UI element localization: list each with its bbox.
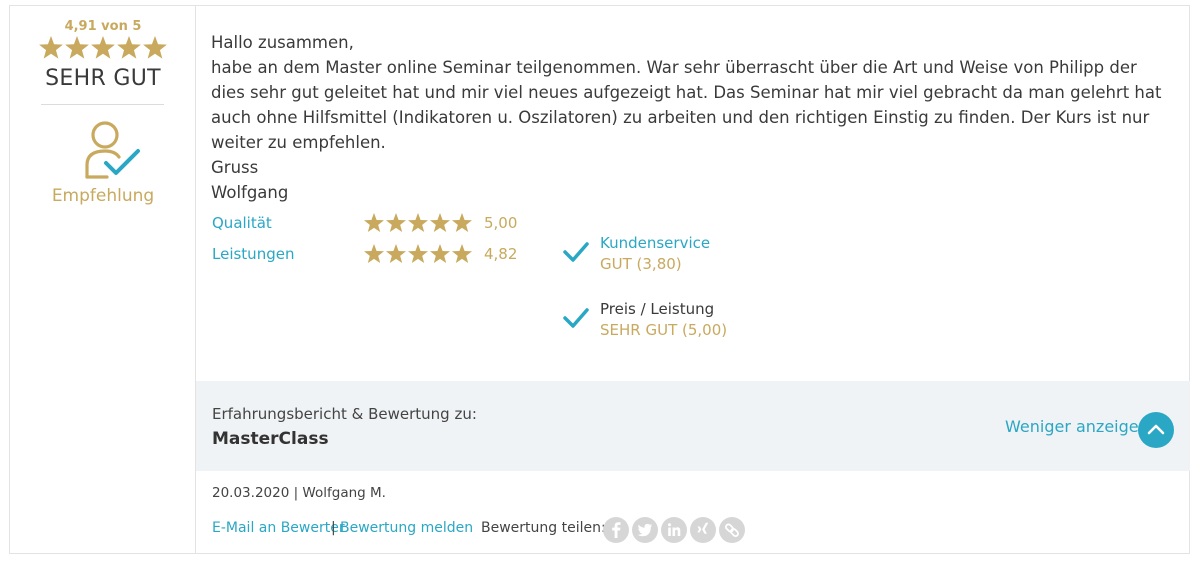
review-line: Gruss bbox=[211, 158, 259, 177]
show-less-link[interactable]: Weniger anzeigen bbox=[1005, 417, 1149, 436]
chevron-up-icon bbox=[1147, 424, 1165, 435]
check-title-customer-service: Kundenservice bbox=[600, 234, 711, 252]
review-meta: 20.03.2020 | Wolfgang M. bbox=[212, 485, 386, 501]
star-icon bbox=[91, 36, 115, 59]
star-icon bbox=[430, 213, 450, 232]
review-card: 4,91 von 5 SEHR GUT Empfehlung Hallo zus… bbox=[9, 5, 1190, 554]
check-value-customer-service: GUT (3,80) bbox=[600, 255, 682, 273]
link-icon bbox=[725, 523, 739, 537]
recommendation-person-check-icon bbox=[85, 121, 140, 179]
share-linkedin-button[interactable] bbox=[661, 517, 687, 543]
star-icon bbox=[452, 213, 472, 232]
linkedin-icon bbox=[668, 523, 681, 536]
xing-icon bbox=[697, 522, 709, 534]
star-icon bbox=[452, 244, 472, 263]
criterion-stars-services bbox=[364, 244, 472, 263]
star-icon bbox=[117, 36, 141, 59]
criterion-value-quality: 5,00 bbox=[484, 214, 518, 232]
share-twitter-button[interactable] bbox=[632, 517, 658, 543]
overall-score: 4,91 von 5 bbox=[64, 19, 142, 34]
criterion-label-quality: Qualität bbox=[212, 214, 272, 232]
collapse-button[interactable] bbox=[1138, 412, 1174, 448]
overall-rating-label: SEHR GUT bbox=[45, 66, 161, 91]
review-line: Wolfgang bbox=[211, 183, 289, 202]
overall-stars bbox=[39, 36, 167, 59]
recommendation-label: Empfehlung bbox=[51, 186, 155, 206]
report-review-link[interactable]: Bewertung melden bbox=[340, 520, 473, 536]
rating-summary: 4,91 von 5 SEHR GUT Empfehlung bbox=[10, 6, 196, 553]
check-title-price-performance: Preis / Leistung bbox=[600, 300, 715, 318]
check-value-price-performance: SEHR GUT (5,00) bbox=[600, 321, 728, 339]
star-icon bbox=[408, 213, 428, 232]
twitter-icon bbox=[637, 523, 652, 537]
star-icon bbox=[364, 244, 384, 263]
criterion-label-services: Leistungen bbox=[212, 245, 295, 263]
product-band: Erfahrungsbericht & Bewertung zu: Master… bbox=[196, 381, 1190, 471]
criterion-stars-quality bbox=[364, 213, 472, 232]
product-band-label: Erfahrungsbericht & Bewertung zu: bbox=[212, 405, 477, 423]
review-line: Hallo zusammen, bbox=[211, 33, 354, 52]
star-icon bbox=[364, 213, 384, 232]
share-link-button[interactable] bbox=[719, 517, 745, 543]
product-name: MasterClass bbox=[212, 429, 329, 449]
facebook-icon bbox=[612, 522, 621, 538]
star-icon bbox=[65, 36, 89, 59]
star-icon bbox=[143, 36, 167, 59]
criterion-value-services: 4,82 bbox=[484, 245, 518, 263]
star-icon bbox=[386, 213, 406, 232]
review-line: habe an dem Master online Seminar teilge… bbox=[211, 58, 1162, 152]
share-xing-button[interactable] bbox=[690, 517, 716, 543]
star-icon bbox=[430, 244, 450, 263]
share-label: Bewertung teilen: bbox=[481, 520, 606, 536]
divider bbox=[41, 104, 164, 105]
star-icon bbox=[39, 36, 63, 59]
checkmark-icon bbox=[563, 242, 589, 262]
star-icon bbox=[386, 244, 406, 263]
review-text: Hallo zusammen, habe an dem Master onlin… bbox=[211, 30, 1171, 205]
share-facebook-button[interactable] bbox=[603, 517, 629, 543]
email-reviewer-link[interactable]: E-Mail an Bewerter bbox=[212, 520, 345, 536]
checkmark-icon bbox=[563, 308, 589, 328]
link-separator: | bbox=[331, 520, 336, 536]
star-icon bbox=[408, 244, 428, 263]
